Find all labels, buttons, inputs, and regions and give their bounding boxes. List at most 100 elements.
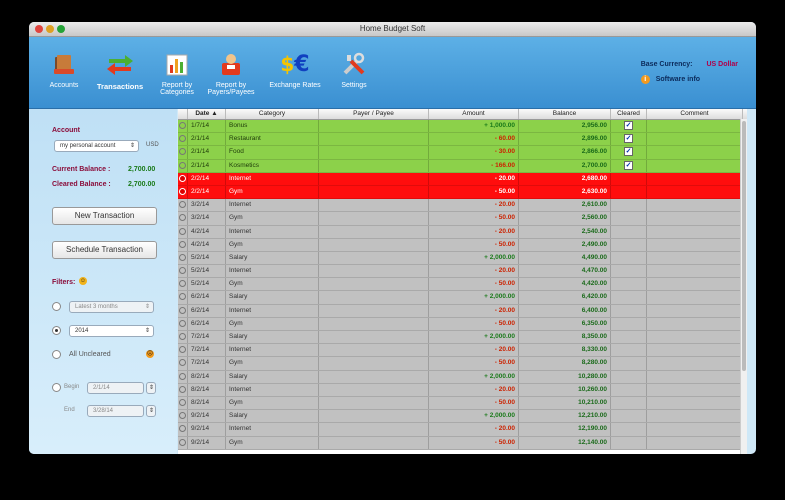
column-header-amount[interactable]: Amount	[429, 109, 519, 119]
toolbar-exchange-rates-button[interactable]: $ € Exchange Rates	[267, 49, 323, 90]
begin-date-value: 2/1/14	[93, 385, 110, 391]
cleared-checkbox[interactable]: ✓	[624, 160, 633, 170]
filter-period-select[interactable]: Latest 3 months ⇕	[69, 301, 154, 313]
refresh-icon	[179, 306, 186, 314]
table-row[interactable]: 6/2/14 Internet - 20.00 6,400.00	[178, 304, 747, 318]
column-header-payer[interactable]: Payer / Payee	[319, 109, 429, 119]
column-header-comment[interactable]: Comment	[647, 109, 743, 119]
date-range-radio[interactable]	[52, 383, 61, 392]
filter-year-select[interactable]: 2014 ⇕	[69, 325, 154, 337]
account-currency: USD	[146, 142, 159, 148]
date-cell: 4/2/14	[188, 225, 226, 238]
column-header-category[interactable]: Category	[226, 109, 319, 119]
account-select[interactable]: my personal account ⇕	[54, 140, 139, 152]
begin-date-stepper[interactable]: ⇕	[146, 382, 156, 394]
table-row[interactable]: 2/2/14 Internet - 20.00 2,680.00	[178, 172, 747, 186]
column-header-date[interactable]: Date ▲	[188, 109, 226, 119]
table-row[interactable]: 7/2/14 Salary + 2,000.00 8,350.00	[178, 331, 747, 345]
comment-cell	[647, 146, 743, 159]
refresh-icon	[179, 333, 186, 340]
payer-cell	[319, 383, 429, 396]
amount-cell: + 2,000.00	[429, 370, 519, 383]
row-status-cell	[178, 146, 188, 159]
amount-cell: - 50.00	[429, 238, 519, 251]
table-row[interactable]: 2/1/14 Restaurant - 60.00 2,896.00 ✓	[178, 133, 747, 147]
all-uncleared-radio[interactable]	[52, 350, 61, 359]
toolbar-report-categories-button[interactable]: Report by Categories	[155, 49, 199, 96]
comment-cell	[647, 317, 743, 330]
payer-cell	[319, 278, 429, 291]
table-row[interactable]: 1/7/14 Bonus + 1,000.00 2,956.00 ✓	[178, 120, 747, 134]
refresh-icon	[179, 425, 186, 433]
refresh-icon	[179, 385, 186, 393]
table-row[interactable]: 4/2/14 Gym - 50.00 2,490.00	[178, 238, 747, 252]
table-row[interactable]: 5/2/14 Gym - 50.00 4,420.00	[178, 278, 747, 292]
scrollbar-thumb[interactable]	[742, 121, 746, 371]
balance-cell: 4,420.00	[519, 278, 611, 291]
cleared-cell	[611, 212, 647, 225]
toolbar-settings-button[interactable]: Settings	[335, 49, 373, 89]
filter-period-radio[interactable]	[52, 302, 61, 311]
table-row[interactable]: 7/2/14 Internet - 20.00 8,330.00	[178, 344, 747, 358]
begin-date-field[interactable]: 2/1/14	[87, 382, 144, 394]
column-header-cleared[interactable]: Cleared	[611, 109, 647, 119]
table-row[interactable]: 6/2/14 Gym - 50.00 6,350.00	[178, 317, 747, 331]
cleared-checkbox[interactable]: ✓	[624, 134, 633, 144]
table-row[interactable]: 6/2/14 Salary + 2,000.00 6,420.00	[178, 291, 747, 305]
table-row[interactable]: 2/1/14 Food - 30.00 2,866.00 ✓	[178, 146, 747, 160]
schedule-transaction-button[interactable]: Schedule Transaction	[52, 241, 157, 259]
table-row[interactable]: 2/2/14 Gym - 50.00 2,630.00	[178, 185, 747, 200]
table-row[interactable]: 5/2/14 Internet - 20.00 4,470.00	[178, 265, 747, 279]
category-cell: Internet	[226, 225, 319, 238]
refresh-icon	[179, 267, 186, 275]
toolbar-accounts-button[interactable]: Accounts	[47, 49, 81, 89]
account-select-value: my personal account	[60, 143, 116, 149]
vertical-scrollbar[interactable]	[740, 119, 747, 454]
comment-cell	[647, 383, 743, 396]
toolbar-transactions-button[interactable]: Transactions	[95, 49, 145, 91]
new-transaction-button[interactable]: New Transaction	[52, 207, 157, 225]
current-balance-value: 2,700.00	[128, 166, 156, 173]
report-categories-icon	[160, 49, 194, 79]
table-row[interactable]: 9/2/14 Salary + 2,000.00 12,210.00	[178, 410, 747, 424]
category-cell: Salary	[226, 251, 319, 265]
info-icon: i	[640, 75, 650, 84]
table-row[interactable]: 9/2/14 Internet - 20.00 12,190.00	[178, 423, 747, 437]
app-window: Home Budget Soft Accounts Transactions R…	[29, 22, 756, 454]
toolbar-report-payers-button[interactable]: Report by Payers/Payees	[207, 49, 255, 96]
column-header-balance[interactable]: Balance	[519, 109, 611, 119]
sidebar: Account my personal account ⇕ USD Current…	[29, 109, 177, 454]
end-date-stepper[interactable]: ⇕	[146, 405, 156, 417]
end-date-field[interactable]: 3/28/14	[87, 405, 144, 417]
table-row[interactable]: 8/2/14 Internet - 20.00 10,260.00	[178, 383, 747, 397]
table-row[interactable]: 3/2/14 Internet - 20.00 2,610.00	[178, 199, 747, 213]
table-row[interactable]: 2/1/14 Kosmetics - 166.00 2,700.00 ✓	[178, 159, 747, 173]
table-row[interactable]: 5/2/14 Salary + 2,000.00 4,490.00	[178, 251, 747, 266]
refresh-icon	[179, 161, 186, 169]
payer-cell	[319, 120, 429, 133]
category-cell: Internet	[226, 344, 319, 357]
refresh-icon	[179, 319, 186, 327]
date-cell: 1/7/14	[188, 120, 226, 133]
balance-cell: 2,560.00	[519, 212, 611, 225]
table-row[interactable]: 8/2/14 Gym - 50.00 10,210.00	[178, 396, 747, 411]
table-row[interactable]: 7/2/14 Gym - 50.00 8,280.00	[178, 357, 747, 371]
table-row[interactable]: 9/2/14 Gym - 50.00 12,140.00	[178, 436, 747, 450]
software-info-link[interactable]: i Software info	[640, 75, 738, 84]
comment-cell	[647, 265, 743, 278]
category-cell: Restaurant	[226, 133, 319, 146]
table-row[interactable]: 8/2/14 Salary + 2,000.00 10,280.00	[178, 370, 747, 384]
table-row[interactable]: 3/2/14 Gym - 50.00 2,560.00	[178, 212, 747, 226]
base-currency-value[interactable]: US Dollar	[706, 61, 738, 68]
table-row[interactable]: 4/2/14 Internet - 20.00 2,540.00	[178, 225, 747, 239]
category-cell: Food	[226, 146, 319, 159]
comment-cell	[647, 133, 743, 146]
amount-cell: - 20.00	[429, 304, 519, 317]
filter-year-radio[interactable]	[52, 326, 61, 335]
comment-cell	[647, 251, 743, 265]
cleared-checkbox[interactable]: ✓	[624, 147, 633, 157]
warning-smiley-icon: ☹	[146, 350, 154, 358]
balance-cell: 2,630.00	[519, 185, 611, 199]
refresh-icon	[179, 187, 186, 195]
cleared-checkbox[interactable]: ✓	[624, 121, 633, 130]
